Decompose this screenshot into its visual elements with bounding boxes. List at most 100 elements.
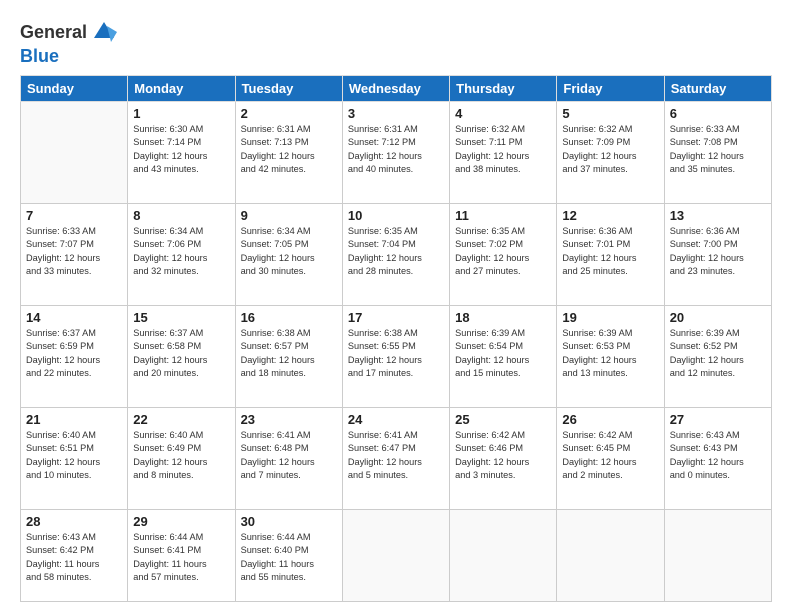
calendar-cell: 11Sunrise: 6:35 AMSunset: 7:02 PMDayligh… (450, 203, 557, 305)
day-info: Sunrise: 6:44 AMSunset: 6:40 PMDaylight:… (241, 531, 337, 584)
day-number: 12 (562, 208, 658, 223)
week-row-2: 7 Sunrise: 6:33 AMSunset: 7:07 PMDaylight… (21, 203, 772, 305)
calendar-cell (450, 509, 557, 601)
day-info: Sunrise: 6:42 AMSunset: 6:45 PMDaylight:… (562, 429, 658, 482)
calendar-cell: 20 Sunrise: 6:39 AMSunset: 6:52 PMDayligh… (664, 305, 771, 407)
day-info: Sunrise: 6:33 AMSunset: 7:08 PMDaylight:… (670, 123, 766, 176)
week-row-5: 28 Sunrise: 6:43 AMSunset: 6:42 PMDayligh… (21, 509, 772, 601)
day-info: Sunrise: 6:33 AMSunset: 7:07 PMDaylight:… (26, 225, 122, 278)
day-number: 3 (348, 106, 444, 121)
day-number: 14 (26, 310, 122, 325)
day-info: Sunrise: 6:35 AMSunset: 7:04 PMDaylight:… (348, 225, 444, 278)
calendar-cell: 8 Sunrise: 6:34 AMSunset: 7:06 PMDaylight… (128, 203, 235, 305)
day-number: 6 (670, 106, 766, 121)
day-number: 25 (455, 412, 551, 427)
day-number: 17 (348, 310, 444, 325)
day-header-sunday: Sunday (21, 76, 128, 102)
day-number: 1 (133, 106, 229, 121)
day-header-monday: Monday (128, 76, 235, 102)
day-header-tuesday: Tuesday (235, 76, 342, 102)
day-number: 15 (133, 310, 229, 325)
day-number: 11 (455, 208, 551, 223)
calendar-cell: 3 Sunrise: 6:31 AMSunset: 7:12 PMDaylight… (342, 102, 449, 204)
day-info: Sunrise: 6:42 AMSunset: 6:46 PMDaylight:… (455, 429, 551, 482)
calendar-cell: 14 Sunrise: 6:37 AMSunset: 6:59 PMDayligh… (21, 305, 128, 407)
week-row-4: 21 Sunrise: 6:40 AMSunset: 6:51 PMDayligh… (21, 407, 772, 509)
day-info: Sunrise: 6:36 AMSunset: 7:01 PMDaylight:… (562, 225, 658, 278)
calendar-cell: 4Sunrise: 6:32 AMSunset: 7:11 PMDaylight… (450, 102, 557, 204)
calendar-cell (664, 509, 771, 601)
day-info: Sunrise: 6:37 AMSunset: 6:59 PMDaylight:… (26, 327, 122, 380)
calendar-cell: 30 Sunrise: 6:44 AMSunset: 6:40 PMDayligh… (235, 509, 342, 601)
calendar-cell: 28 Sunrise: 6:43 AMSunset: 6:42 PMDayligh… (21, 509, 128, 601)
day-info: Sunrise: 6:38 AMSunset: 6:57 PMDaylight:… (241, 327, 337, 380)
day-info: Sunrise: 6:32 AMSunset: 7:09 PMDaylight:… (562, 123, 658, 176)
day-number: 4 (455, 106, 551, 121)
calendar-cell: 1 Sunrise: 6:30 AMSunset: 7:14 PMDaylight… (128, 102, 235, 204)
day-number: 30 (241, 514, 337, 529)
day-header-wednesday: Wednesday (342, 76, 449, 102)
day-number: 28 (26, 514, 122, 529)
day-number: 21 (26, 412, 122, 427)
calendar-cell: 22Sunrise: 6:40 AMSunset: 6:49 PMDayligh… (128, 407, 235, 509)
day-info: Sunrise: 6:41 AMSunset: 6:47 PMDaylight:… (348, 429, 444, 482)
day-number: 20 (670, 310, 766, 325)
day-info: Sunrise: 6:31 AMSunset: 7:13 PMDaylight:… (241, 123, 337, 176)
calendar-cell: 13 Sunrise: 6:36 AMSunset: 7:00 PMDayligh… (664, 203, 771, 305)
calendar-cell (557, 509, 664, 601)
calendar-cell: 27Sunrise: 6:43 AMSunset: 6:43 PMDayligh… (664, 407, 771, 509)
logo-text: General Blue (20, 18, 119, 67)
day-info: Sunrise: 6:34 AMSunset: 7:05 PMDaylight:… (241, 225, 337, 278)
calendar-cell: 19Sunrise: 6:39 AMSunset: 6:53 PMDayligh… (557, 305, 664, 407)
day-info: Sunrise: 6:44 AMSunset: 6:41 PMDaylight:… (133, 531, 229, 584)
day-number: 23 (241, 412, 337, 427)
day-number: 27 (670, 412, 766, 427)
page: General Blue SundayMondayTuesdayWednesday… (0, 0, 792, 612)
calendar-cell: 25 Sunrise: 6:42 AMSunset: 6:46 PMDayligh… (450, 407, 557, 509)
calendar-header-row: SundayMondayTuesdayWednesdayThursdayFrid… (21, 76, 772, 102)
calendar-cell: 15 Sunrise: 6:37 AMSunset: 6:58 PMDayligh… (128, 305, 235, 407)
day-info: Sunrise: 6:30 AMSunset: 7:14 PMDaylight:… (133, 123, 229, 176)
day-number: 7 (26, 208, 122, 223)
calendar-cell: 24 Sunrise: 6:41 AMSunset: 6:47 PMDayligh… (342, 407, 449, 509)
day-header-saturday: Saturday (664, 76, 771, 102)
day-info: Sunrise: 6:39 AMSunset: 6:52 PMDaylight:… (670, 327, 766, 380)
calendar-cell: 17 Sunrise: 6:38 AMSunset: 6:55 PMDayligh… (342, 305, 449, 407)
calendar-cell: 23 Sunrise: 6:41 AMSunset: 6:48 PMDayligh… (235, 407, 342, 509)
day-number: 19 (562, 310, 658, 325)
calendar-cell: 29 Sunrise: 6:44 AMSunset: 6:41 PMDayligh… (128, 509, 235, 601)
day-info: Sunrise: 6:34 AMSunset: 7:06 PMDaylight:… (133, 225, 229, 278)
logo-blue: Blue (20, 46, 59, 66)
day-info: Sunrise: 6:43 AMSunset: 6:42 PMDaylight:… (26, 531, 122, 584)
calendar-cell: 2 Sunrise: 6:31 AMSunset: 7:13 PMDaylight… (235, 102, 342, 204)
calendar-cell: 10Sunrise: 6:35 AMSunset: 7:04 PMDayligh… (342, 203, 449, 305)
day-info: Sunrise: 6:39 AMSunset: 6:54 PMDaylight:… (455, 327, 551, 380)
header: General Blue (20, 18, 772, 67)
logo-general: General (20, 22, 87, 43)
day-info: Sunrise: 6:41 AMSunset: 6:48 PMDaylight:… (241, 429, 337, 482)
day-info: Sunrise: 6:37 AMSunset: 6:58 PMDaylight:… (133, 327, 229, 380)
day-info: Sunrise: 6:31 AMSunset: 7:12 PMDaylight:… (348, 123, 444, 176)
calendar-cell (342, 509, 449, 601)
calendar-cell: 12 Sunrise: 6:36 AMSunset: 7:01 PMDayligh… (557, 203, 664, 305)
day-number: 5 (562, 106, 658, 121)
calendar-cell: 9 Sunrise: 6:34 AMSunset: 7:05 PMDaylight… (235, 203, 342, 305)
day-number: 29 (133, 514, 229, 529)
week-row-3: 14 Sunrise: 6:37 AMSunset: 6:59 PMDayligh… (21, 305, 772, 407)
day-number: 9 (241, 208, 337, 223)
calendar-cell (21, 102, 128, 204)
calendar-cell: 16Sunrise: 6:38 AMSunset: 6:57 PMDayligh… (235, 305, 342, 407)
day-number: 18 (455, 310, 551, 325)
day-header-friday: Friday (557, 76, 664, 102)
day-info: Sunrise: 6:40 AMSunset: 6:51 PMDaylight:… (26, 429, 122, 482)
day-info: Sunrise: 6:38 AMSunset: 6:55 PMDaylight:… (348, 327, 444, 380)
day-number: 2 (241, 106, 337, 121)
logo-icon (89, 18, 119, 46)
day-number: 8 (133, 208, 229, 223)
day-number: 24 (348, 412, 444, 427)
calendar-cell: 21 Sunrise: 6:40 AMSunset: 6:51 PMDayligh… (21, 407, 128, 509)
day-info: Sunrise: 6:36 AMSunset: 7:00 PMDaylight:… (670, 225, 766, 278)
calendar-cell: 18 Sunrise: 6:39 AMSunset: 6:54 PMDayligh… (450, 305, 557, 407)
logo: General Blue (20, 18, 119, 67)
day-number: 13 (670, 208, 766, 223)
